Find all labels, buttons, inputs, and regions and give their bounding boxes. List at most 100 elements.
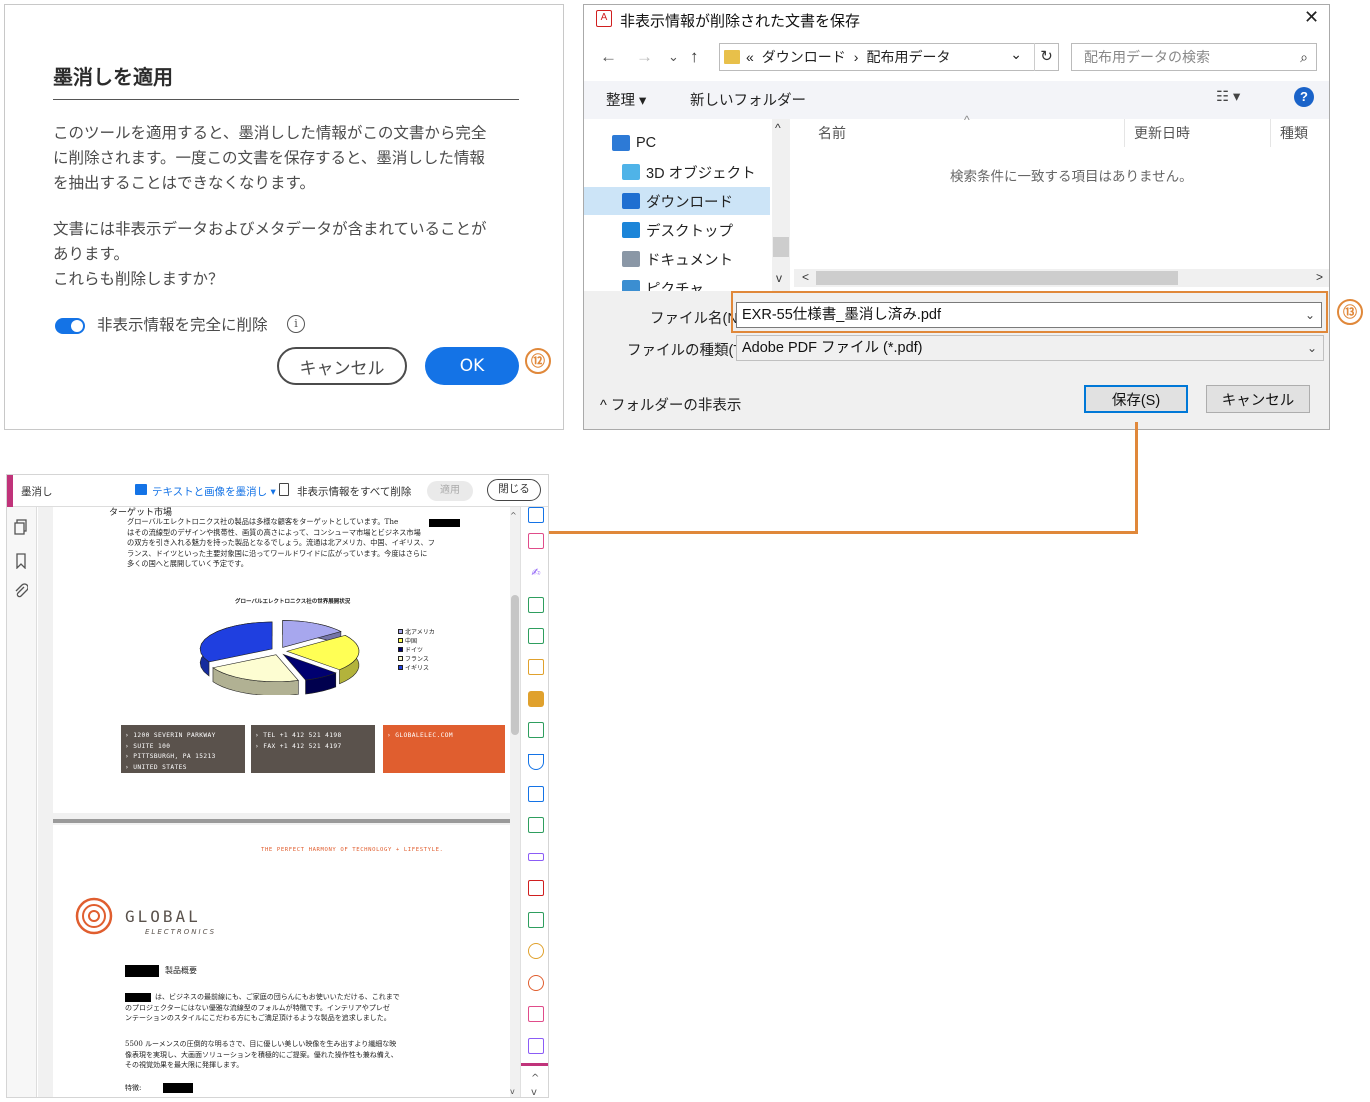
protect-icon[interactable] [528, 754, 544, 770]
bookmark-icon[interactable] [14, 553, 28, 573]
scroll-up-icon[interactable]: ^ [510, 511, 517, 520]
scroll-right-icon[interactable]: > [1316, 270, 1323, 284]
rail-scroll-down-icon[interactable]: v [531, 1087, 537, 1097]
document-scroll-thumb[interactable] [511, 595, 519, 735]
scroll-left-icon[interactable]: < [802, 270, 809, 284]
search-input[interactable]: 配布用データの検索 ⌕ [1071, 43, 1317, 71]
forward-icon[interactable]: → [636, 47, 653, 67]
cancel-button[interactable]: キャンセル [1206, 385, 1310, 413]
prepare-form-icon[interactable] [528, 1038, 544, 1054]
title-divider [53, 99, 519, 100]
rich-media-icon[interactable] [528, 912, 544, 928]
remove-hidden-toggle[interactable] [55, 318, 85, 334]
logo-wordmark: GLOBAL [125, 907, 201, 926]
hscroll-thumb[interactable] [816, 271, 1178, 285]
nav-tree-item[interactable]: 3D オブジェクト [584, 158, 770, 186]
legend-label: フランス [405, 656, 429, 663]
scan-ocr-icon[interactable] [528, 722, 544, 738]
legend-entry: イギリス [398, 663, 435, 672]
filetype-dropdown-icon[interactable]: ⌄ [1307, 336, 1317, 360]
nav-tree-item[interactable]: デスクトップ [584, 216, 770, 244]
empty-message: 検索条件に一致する項目はありません。 [950, 169, 1193, 184]
cancel-button[interactable]: キャンセル [277, 347, 407, 385]
connector-line [1135, 422, 1138, 534]
action-wizard-icon[interactable] [528, 943, 544, 959]
column-modified[interactable]: 更新日時 [1134, 123, 1190, 143]
navigation-pane: PC 3D オブジェクト ダウンロードデスクトップドキュメントピクチャ [584, 119, 790, 291]
connector-line [496, 531, 1138, 534]
view-options-icon[interactable]: ☷ ▾ [1216, 89, 1240, 105]
share-icon[interactable] [528, 786, 544, 802]
address-bar[interactable]: « ダウンロード › 配布用データ ⌄ [719, 43, 1059, 71]
nav-tree-item[interactable]: PC [584, 129, 770, 157]
fill-sign-icon[interactable]: ✍ [528, 565, 544, 581]
help-icon[interactable]: ? [1294, 87, 1314, 107]
comment-icon[interactable] [528, 691, 544, 707]
pdf-standards-icon[interactable] [528, 880, 544, 896]
edit-pdf-icon[interactable] [528, 597, 544, 613]
certificates-icon[interactable] [528, 975, 544, 991]
filetype-select[interactable]: Adobe PDF ファイル (*.pdf) ⌄ [736, 335, 1324, 361]
nav-tree-label: PC [636, 135, 657, 151]
folder-icon [622, 164, 640, 180]
nav-tree-label: ドキュメント [646, 252, 733, 269]
search-icon: ⌕ [1300, 49, 1308, 65]
back-icon[interactable]: ← [600, 47, 617, 67]
organize-pages-icon[interactable] [528, 628, 544, 644]
redact-text-image-button[interactable]: テキストと画像を墨消し ▾ [152, 484, 276, 499]
rail-scroll-up-icon[interactable]: ^ [531, 1073, 539, 1084]
nav-tree-label: ダウンロード [646, 194, 733, 211]
nav-scrollbar[interactable]: ^ v [772, 119, 790, 291]
recent-locations-icon[interactable]: ⌄ [668, 49, 679, 65]
attachment-icon[interactable] [14, 583, 29, 603]
folder-icon [622, 193, 640, 209]
measure-icon[interactable] [528, 853, 544, 861]
pdf-page-2: THE PERFECT HARMONY OF TECHNOLOGY + LIFE… [53, 825, 513, 1097]
breadcrumb-downloads[interactable]: ダウンロード [762, 47, 846, 67]
folder-icon [724, 50, 740, 64]
ok-button[interactable]: OK [425, 347, 519, 385]
remove-hidden-label: 非表示情報を完全に削除 [97, 316, 268, 334]
close-button[interactable]: 閉じる [487, 479, 541, 501]
organize-menu[interactable]: 整理 ▾ [606, 89, 646, 110]
pages-icon[interactable] [14, 519, 28, 539]
address-block: › 1200 SEVERIN PARKWAY › SUITE 100 › PIT… [121, 725, 245, 773]
close-icon[interactable]: ✕ [1304, 7, 1319, 28]
nav-scroll-thumb[interactable] [773, 237, 789, 257]
refresh-icon[interactable]: ↻ [1034, 43, 1058, 71]
nav-tree-label: 3D オブジェクト [646, 165, 756, 182]
column-name[interactable]: 名前 [818, 123, 846, 143]
stamp-icon[interactable] [528, 817, 544, 833]
nav-tree-item[interactable]: ドキュメント [584, 245, 770, 273]
nav-tree-item[interactable]: ダウンロード [584, 187, 770, 215]
filetype-value[interactable]: Adobe PDF ファイル (*.pdf) [742, 340, 923, 356]
column-divider[interactable] [1270, 119, 1271, 147]
nav-tree-item[interactable]: ピクチャ [584, 274, 770, 291]
address-overflow[interactable]: « [746, 49, 754, 65]
new-folder-button[interactable]: 新しいフォルダー [690, 89, 806, 110]
active-tool-indicator [521, 1063, 548, 1066]
save-button[interactable]: 保存(S) [1084, 385, 1188, 413]
apply-button[interactable]: 適用 [427, 481, 473, 501]
column-divider[interactable] [1124, 119, 1125, 147]
legend-swatch [398, 629, 403, 634]
info-icon[interactable]: i [287, 315, 305, 333]
pie-chart [199, 620, 360, 695]
export-pdf-icon[interactable] [528, 507, 544, 523]
redaction-mark [429, 519, 460, 527]
tagline: THE PERFECT HARMONY OF TECHNOLOGY + LIFE… [261, 847, 444, 853]
breadcrumb-distribution[interactable]: 配布用データ [866, 47, 950, 67]
create-pdf-icon[interactable] [528, 533, 544, 549]
address-dropdown-icon[interactable]: ⌄ [1010, 46, 1022, 63]
remove-hidden-info-button[interactable]: 非表示情報をすべて削除 [297, 484, 411, 499]
scroll-up-icon[interactable]: ^ [775, 121, 781, 135]
up-icon[interactable]: ↑ [690, 47, 699, 67]
scroll-down-icon[interactable]: v [776, 271, 782, 285]
website-block[interactable]: › GLOBALELEC.COM [383, 725, 505, 773]
compare-files-icon[interactable] [528, 1006, 544, 1022]
column-type[interactable]: 種類 [1280, 123, 1308, 143]
hide-folders-toggle[interactable]: ^ フォルダーの非表示 [600, 394, 741, 415]
combine-files-icon[interactable] [528, 659, 544, 675]
step-12-badge: ⑫ [525, 348, 551, 374]
scroll-down-icon[interactable]: v [510, 1087, 515, 1096]
